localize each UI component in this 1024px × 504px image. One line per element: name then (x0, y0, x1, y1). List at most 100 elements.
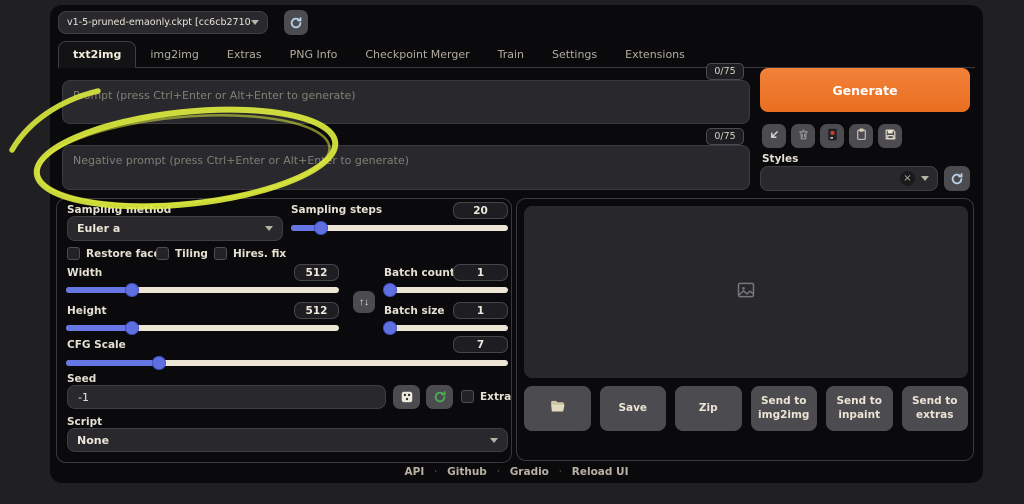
prompt-tools-row (762, 124, 902, 148)
flower-card-icon (826, 128, 839, 144)
footer-link-gradio[interactable]: Gradio (510, 466, 549, 478)
height-value[interactable]: 512 (294, 302, 339, 319)
paste-params-button[interactable] (762, 124, 786, 148)
width-label: Width (67, 267, 102, 279)
random-seed-button[interactable] (393, 385, 420, 409)
batch-count-slider[interactable] (386, 283, 508, 297)
slider-thumb[interactable] (125, 321, 139, 335)
tiling-checkbox[interactable]: Tiling (156, 247, 208, 260)
chevron-down-icon (265, 226, 273, 231)
styles-label: Styles (762, 153, 798, 165)
swap-width-height-button[interactable]: ↑↓ (353, 291, 375, 313)
extra-seed-checkbox[interactable]: Extra (461, 390, 511, 403)
dice-icon (400, 390, 414, 404)
extra-seed-label: Extra (480, 391, 511, 403)
send-to-extras-button[interactable]: Send to extras (902, 386, 969, 431)
send-to-inpaint-button[interactable]: Send to inpaint (826, 386, 893, 431)
generation-settings-panel: Sampling method Euler a Sampling steps 2… (56, 198, 512, 463)
webui-app: v1-5-pruned-emaonly.ckpt [cc6cb27103] tx… (50, 5, 983, 483)
refresh-checkpoints-button[interactable] (284, 10, 308, 35)
zip-button[interactable]: Zip (675, 386, 742, 431)
open-folder-button[interactable] (524, 386, 591, 431)
script-label: Script (67, 416, 102, 428)
cfg-scale-label: CFG Scale (67, 339, 126, 351)
sampling-steps-label: Sampling steps (291, 204, 382, 216)
image-preview (524, 206, 968, 378)
height-label: Height (67, 305, 107, 317)
slider-thumb[interactable] (125, 283, 139, 297)
footer-link-api[interactable]: API (405, 466, 425, 478)
clear-prompt-button[interactable] (791, 124, 815, 148)
batch-count-value[interactable]: 1 (453, 264, 508, 281)
prompt-input[interactable] (62, 80, 750, 124)
gallery-actions-row: Save Zip Send to img2img Send to inpaint… (524, 386, 968, 431)
tab-checkpoint-merger[interactable]: Checkpoint Merger (351, 42, 483, 67)
batch-size-slider[interactable] (386, 321, 508, 335)
batch-size-value[interactable]: 1 (453, 302, 508, 319)
sampling-method-value: Euler a (77, 222, 265, 235)
slider-thumb[interactable] (383, 283, 397, 297)
width-slider[interactable] (66, 283, 339, 297)
restore-faces-checkbox[interactable]: Restore faces (67, 247, 167, 260)
hires-fix-checkbox[interactable]: Hires. fix (214, 247, 286, 260)
tab-extensions[interactable]: Extensions (611, 42, 699, 67)
footer-link-reload-ui[interactable]: Reload UI (572, 466, 629, 478)
checkpoint-dropdown[interactable]: v1-5-pruned-emaonly.ckpt [cc6cb27103] (58, 11, 268, 34)
seed-label: Seed (67, 373, 96, 385)
height-slider[interactable] (66, 321, 339, 335)
screenshot-stage: v1-5-pruned-emaonly.ckpt [cc6cb27103] tx… (0, 0, 1024, 504)
extra-networks-button[interactable] (820, 124, 844, 148)
sampling-method-dropdown[interactable]: Euler a (67, 216, 283, 241)
refresh-styles-button[interactable] (944, 166, 970, 191)
styles-dropdown[interactable]: × (760, 166, 938, 191)
chevron-down-icon (490, 438, 498, 443)
chevron-down-icon (921, 176, 929, 181)
checkpoint-dropdown-value: v1-5-pruned-emaonly.ckpt [cc6cb27103] (67, 17, 251, 28)
seed-input[interactable] (67, 385, 386, 409)
reuse-seed-button[interactable] (426, 385, 453, 409)
batch-size-label: Batch size (384, 305, 445, 317)
checkbox-icon (214, 247, 227, 260)
script-dropdown[interactable]: None (67, 428, 508, 452)
main-tabbar: txt2img img2img Extras PNG Info Checkpoi… (58, 41, 975, 68)
negative-prompt-input[interactable] (62, 145, 750, 190)
checkbox-icon (461, 390, 474, 403)
footer-separator: · (434, 467, 437, 477)
sampling-steps-slider[interactable] (291, 221, 508, 235)
generate-button[interactable]: Generate (760, 68, 970, 112)
tab-txt2img[interactable]: txt2img (58, 41, 136, 68)
save-style-button[interactable] (878, 124, 902, 148)
footer-separator: · (497, 467, 500, 477)
trash-icon (797, 128, 810, 144)
negative-prompt-token-counter: 0/75 (706, 128, 744, 145)
sampling-method-label: Sampling method (67, 204, 171, 216)
slider-thumb[interactable] (314, 221, 328, 235)
restore-faces-label: Restore faces (86, 248, 167, 260)
apply-style-button[interactable] (849, 124, 873, 148)
slider-thumb[interactable] (152, 356, 166, 370)
save-button[interactable]: Save (600, 386, 667, 431)
tab-extras[interactable]: Extras (213, 42, 276, 67)
tab-png-info[interactable]: PNG Info (276, 42, 352, 67)
recycle-icon (433, 390, 447, 404)
cfg-scale-value[interactable]: 7 (453, 336, 508, 353)
footer: API · Github · Gradio · Reload UI (50, 466, 983, 478)
refresh-icon (950, 172, 964, 186)
tab-settings[interactable]: Settings (538, 42, 611, 67)
slider-thumb[interactable] (383, 321, 397, 335)
send-to-img2img-button[interactable]: Send to img2img (751, 386, 818, 431)
footer-link-github[interactable]: Github (447, 466, 487, 478)
swap-arrows-icon: ↑↓ (359, 297, 369, 308)
width-value[interactable]: 512 (294, 264, 339, 281)
sampling-steps-value[interactable]: 20 (453, 202, 508, 219)
cfg-scale-slider[interactable] (66, 356, 508, 370)
chevron-down-icon (251, 20, 259, 25)
floppy-disk-icon (884, 128, 897, 144)
clipboard-icon (855, 128, 868, 144)
batch-count-label: Batch count (384, 267, 455, 279)
tab-img2img[interactable]: img2img (136, 42, 213, 67)
tab-train[interactable]: Train (484, 42, 538, 67)
script-value: None (77, 434, 490, 447)
checkbox-icon (67, 247, 80, 260)
clear-styles-icon[interactable]: × (900, 171, 915, 186)
